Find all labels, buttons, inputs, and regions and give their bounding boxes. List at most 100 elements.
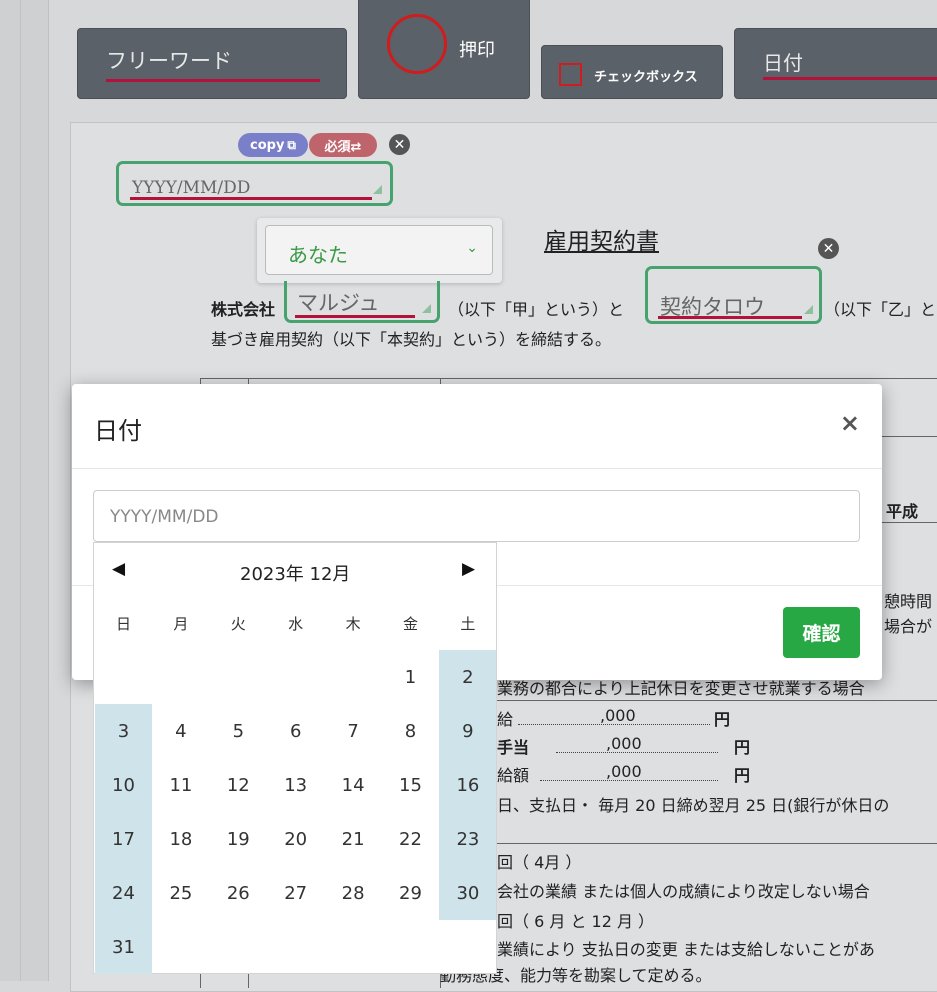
weekday-label: 日	[115, 614, 131, 633]
resize-handle-icon[interactable]	[373, 185, 382, 194]
party-select-popover: あなた ⌄	[257, 218, 502, 283]
calendar-day[interactable]: 21	[325, 812, 382, 866]
calendar-day[interactable]: 28	[325, 866, 382, 920]
calendar-day[interactable]: 25	[152, 866, 209, 920]
calendar-day[interactable]: 5	[210, 704, 267, 758]
tool-date-underline	[763, 77, 937, 80]
raise-note-text: 会社の業績 または個人の成績により改定しない場合	[497, 882, 870, 901]
table-line	[200, 378, 937, 379]
salary2-value: ,000	[606, 734, 642, 753]
tool-freeword-label: フリーワード	[106, 49, 232, 73]
calendar-day[interactable]: 29	[382, 866, 439, 920]
required-badge-label: 必須⇄	[324, 139, 362, 155]
weekday-label: 火	[230, 614, 246, 633]
modal-title: 日付	[94, 417, 142, 445]
doc-date-underline	[130, 197, 372, 200]
calendar-day[interactable]: 6	[267, 704, 324, 758]
modal-date-input-placeholder: YYYY/MM/DD	[110, 507, 219, 527]
calendar-day[interactable]: 7	[325, 704, 382, 758]
calendar-day[interactable]: 26	[210, 866, 267, 920]
company-field-value: マルジュ	[297, 291, 380, 315]
salary3-value: ,000	[606, 762, 642, 781]
salary3-label: 給額	[497, 766, 530, 785]
heisei-text: 平成	[886, 502, 919, 521]
resize-handle-icon[interactable]	[804, 305, 813, 314]
tool-checkbox-label: チェックボックス	[594, 70, 698, 85]
calendar-day[interactable]: 4	[152, 704, 209, 758]
weekday-label: 木	[345, 614, 361, 633]
calendar-day[interactable]: 17	[95, 812, 152, 866]
table-line	[497, 843, 937, 844]
bonus-note-text: 業績により 支払日の変更 または支給しないことがあ	[497, 940, 875, 959]
prev-month-icon[interactable]: ◀	[112, 559, 125, 579]
company-field-underline	[295, 315, 415, 318]
tool-stamp-label: 押印	[459, 40, 495, 61]
calendar-day[interactable]: 14	[325, 758, 382, 812]
clause-a: （以下「甲」という）と	[448, 300, 625, 319]
calendar-day[interactable]: 12	[210, 758, 267, 812]
company-prefix: 株式会社	[211, 300, 276, 319]
calendar-day[interactable]: 19	[210, 812, 267, 866]
calendar-day[interactable]: 8	[382, 704, 439, 758]
doc-date-field[interactable]: YYYY/MM/DD	[116, 161, 393, 206]
tool-date-label: 日付	[763, 51, 803, 75]
calendar-day[interactable]: 30	[439, 866, 497, 920]
weekday-label: 水	[288, 614, 304, 633]
tool-freeword[interactable]: フリーワード	[77, 28, 347, 99]
employee-field[interactable]: 契約タロウ	[645, 266, 822, 324]
calendar-day[interactable]: 1	[382, 650, 439, 704]
calendar-day[interactable]: 3	[95, 704, 152, 758]
document-line-2: 基づき雇用契約（以下「本契約」という）を締結する。	[211, 330, 612, 349]
document-title: 雇用契約書	[544, 229, 659, 255]
table-line	[497, 700, 937, 701]
calendar-day[interactable]: 24	[95, 866, 152, 920]
payday-text: 日、支払日・ 毎月 20 日締め翌月 25 日(銀行が休日の	[497, 796, 890, 815]
clause-b: （以下「乙」と	[824, 300, 937, 319]
calendar-day[interactable]: 10	[95, 758, 152, 812]
party-select-value: あなた	[288, 243, 348, 267]
tool-stamp[interactable]: 押印	[358, 0, 530, 99]
calendar-day[interactable]: 31	[95, 920, 152, 974]
weekday-label: 金	[402, 614, 418, 633]
calendar-day[interactable]: 2	[439, 650, 497, 704]
tool-checkbox[interactable]: チェックボックス	[541, 45, 723, 99]
required-badge[interactable]: 必須⇄	[309, 133, 377, 157]
salary1-label: 給	[497, 710, 514, 729]
copy-badge-label: copy	[250, 137, 285, 153]
calendar-day[interactable]: 20	[267, 812, 324, 866]
calendar-day[interactable]: 11	[152, 758, 209, 812]
salary2-unit: 円	[734, 738, 751, 757]
calendar-day[interactable]: 18	[152, 812, 209, 866]
calendar-day[interactable]: 27	[267, 866, 324, 920]
calendar-day[interactable]: 23	[439, 812, 497, 866]
tool-freeword-underline	[106, 79, 320, 82]
salary2-dots	[556, 752, 718, 753]
salary3-dots	[540, 780, 718, 781]
calendar-day[interactable]: 9	[439, 704, 497, 758]
employee-field-underline	[658, 316, 802, 319]
calendar-day[interactable]: 16	[439, 758, 497, 812]
calendar-month-label: 2023年 12月	[240, 564, 351, 585]
raise-times-text: 回（ 4月 ）	[497, 853, 582, 872]
weekday-label: 土	[460, 614, 476, 633]
next-month-icon[interactable]: ▶	[462, 559, 475, 579]
modal-close-icon[interactable]: ×	[840, 409, 860, 437]
table-line	[882, 436, 937, 437]
calendar-day[interactable]: 13	[267, 758, 324, 812]
remove-field-icon-2[interactable]: ✕	[818, 238, 839, 259]
salary3-unit: 円	[734, 766, 751, 785]
salary2-label: 手当	[497, 738, 530, 757]
tool-date[interactable]: 日付	[734, 28, 937, 99]
calendar-day[interactable]: 22	[382, 812, 439, 866]
remove-field-icon[interactable]: ✕	[389, 134, 410, 155]
copy-icon: ⧉	[287, 137, 296, 152]
resize-handle-icon[interactable]	[422, 304, 431, 313]
modal-date-input[interactable]: YYYY/MM/DD	[93, 490, 860, 542]
copy-badge[interactable]: copy ⧉	[238, 133, 308, 157]
company-field[interactable]: マルジュ	[284, 281, 440, 323]
party-select[interactable]: あなた ⌄	[265, 225, 493, 275]
confirm-button[interactable]: 確認	[783, 607, 860, 658]
calendar-day[interactable]: 15	[382, 758, 439, 812]
left-sidebar-strip	[0, 0, 49, 981]
doc-date-placeholder: YYYY/MM/DD	[132, 178, 251, 198]
